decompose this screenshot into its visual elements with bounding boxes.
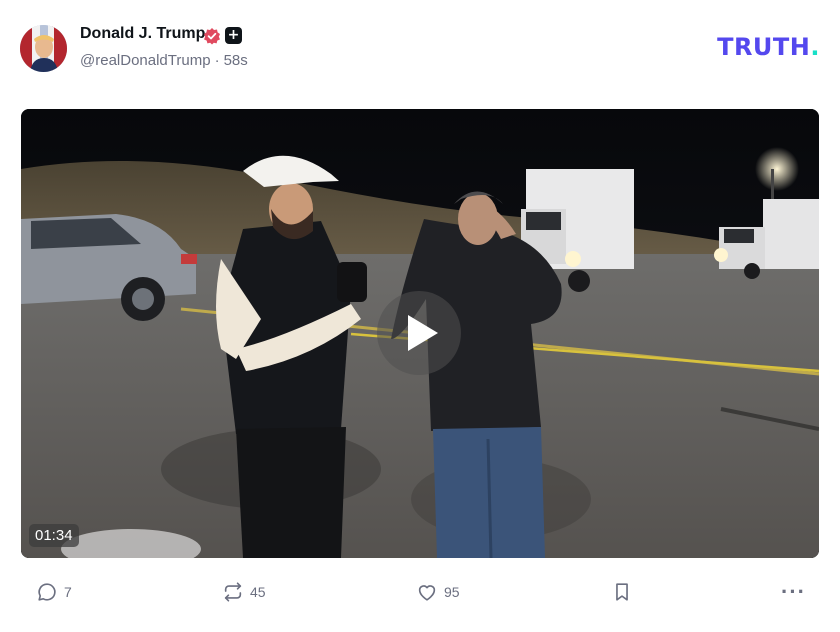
more-icon: ··· [781, 579, 806, 604]
play-icon[interactable] [377, 291, 461, 375]
author-avatar[interactable] [20, 25, 67, 72]
like-count: 95 [444, 584, 460, 600]
video-player[interactable]: 01:34 [21, 109, 819, 558]
truth-logo[interactable]: TRUTH. [717, 33, 820, 61]
verified-badge-icon [204, 28, 220, 45]
reply-button[interactable]: 7 [36, 580, 72, 604]
post-timestamp[interactable]: 58s [224, 52, 248, 69]
author-handle[interactable]: @realDonaldTrump [80, 52, 211, 69]
bookmark-button[interactable] [611, 580, 633, 604]
post-actions: 7 45 95 ··· [0, 570, 840, 614]
post-header: Donald J. Trump + @realDonaldTrump · 58s T… [0, 0, 840, 100]
logo-dot: . [810, 33, 820, 61]
like-button[interactable]: 95 [416, 580, 460, 604]
author-name[interactable]: Donald J. Trump [80, 25, 205, 43]
video-duration: 01:34 [29, 524, 79, 547]
more-button[interactable]: ··· [781, 580, 806, 604]
repost-icon [224, 582, 242, 602]
repost-button[interactable]: 45 [222, 580, 266, 604]
meta-separator: · [214, 52, 220, 69]
logo-text: TRUTH [717, 33, 811, 61]
post-meta: @realDonaldTrump · 58s [80, 52, 248, 69]
heart-icon [418, 585, 436, 601]
reply-icon [38, 583, 56, 601]
reply-count: 7 [64, 584, 72, 600]
bookmark-icon [616, 583, 628, 601]
repost-count: 45 [250, 584, 266, 600]
plus-badge-icon: + [225, 27, 242, 44]
